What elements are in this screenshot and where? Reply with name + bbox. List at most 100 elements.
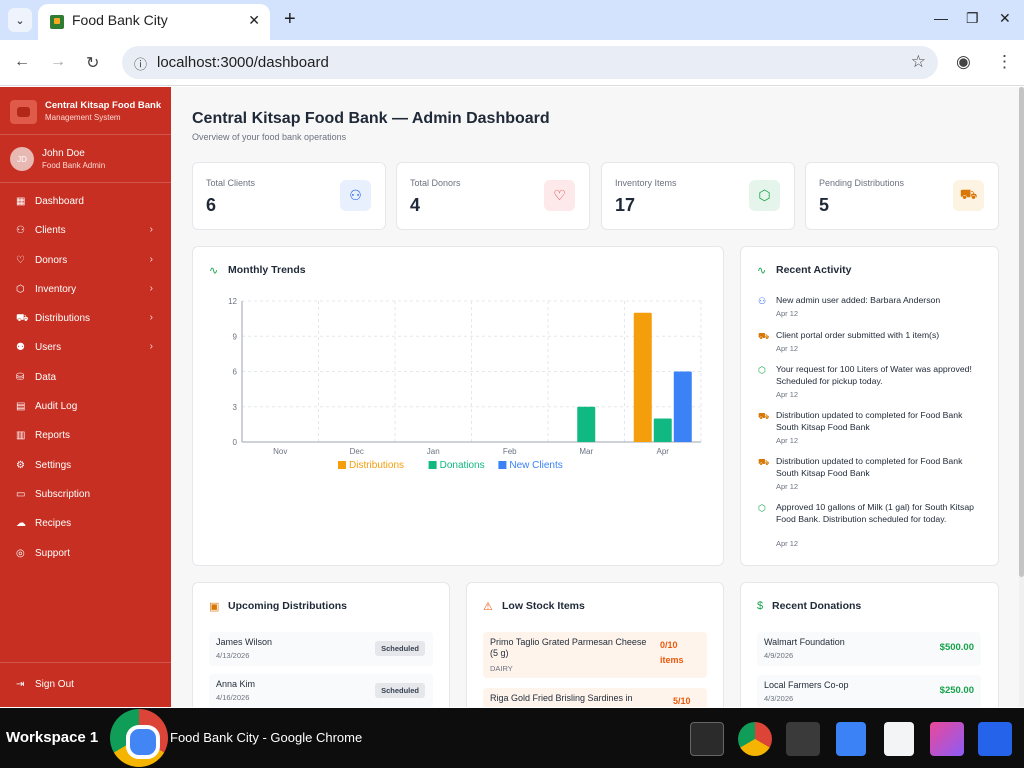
chevron-right-icon: › [149, 312, 153, 323]
sidebar-item-label: Subscription [35, 489, 91, 500]
back-icon[interactable]: ← [14, 53, 30, 71]
bar-distributions [633, 312, 652, 442]
file-manager-icon[interactable] [836, 722, 866, 756]
activity-date: Apr 12 [776, 436, 799, 445]
credit-card-icon: ▭ [16, 489, 26, 500]
card-title: Recent Donations [772, 600, 862, 612]
y-tick-label: 3 [233, 403, 238, 412]
brand-name: Central Kitsap Food Bank [45, 100, 162, 111]
more-menu-icon[interactable]: ⋮ [996, 52, 1013, 72]
sidebar-item-donors[interactable]: ♡ Donors › [0, 249, 171, 275]
activity-date: Apr 12 [776, 482, 799, 491]
tab-search-button[interactable]: ⌄ [8, 8, 32, 32]
close-window-icon[interactable]: ✕ [999, 10, 1011, 27]
url-text[interactable]: localhost:3000/dashboard [157, 54, 329, 71]
brand: Central Kitsap Food Bank Management Syst… [10, 98, 170, 126]
browser-tab[interactable]: Food Bank City ✕ [38, 4, 270, 40]
stat-card-donors[interactable]: Total Donors 4 ♡ [396, 162, 590, 230]
active-window-title[interactable]: Food Bank City - Google Chrome [170, 730, 362, 745]
sidebar-item-data[interactable]: ⛁ Data [0, 366, 171, 392]
x-tick-label: Mar [579, 447, 593, 456]
chevron-right-icon: › [149, 341, 153, 352]
log-out-icon: ⇥ [16, 679, 25, 690]
stat-label: Total Donors [410, 178, 461, 188]
reload-icon[interactable]: ↻ [86, 53, 99, 73]
activity-icon: ∿ [209, 265, 219, 277]
recent-activity-card: ∿ Recent Activity ⚇ New admin user added… [740, 246, 999, 566]
legend-swatch [428, 461, 437, 469]
card-title: Monthly Trends [228, 264, 306, 276]
user-cog-icon: ⚉ [16, 342, 25, 353]
users-icon: ⚇ [16, 225, 25, 236]
address-bar[interactable]: ⓘ localhost:3000/dashboard ☆ [122, 46, 938, 79]
sidebar-item-label: Data [35, 372, 57, 383]
page-scrollbar[interactable] [1019, 87, 1024, 707]
text-editor-icon[interactable] [786, 722, 820, 756]
users-icon: ⚇ [340, 180, 371, 211]
sidebar: Central Kitsap Food Bank Management Syst… [0, 87, 171, 707]
stat-label: Total Clients [206, 178, 256, 188]
heart-icon: ♡ [16, 255, 25, 266]
chrome-launcher-icon[interactable] [738, 722, 772, 756]
activity-text: Client portal order submitted with 1 ite… [776, 330, 940, 340]
sidebar-item-label: Settings [35, 460, 72, 471]
sidebar-item-inventory[interactable]: ⬡ Inventory › [0, 278, 171, 304]
avatar: JD [10, 147, 34, 171]
site-info-icon[interactable]: ⓘ [134, 54, 147, 73]
scrollbar-thumb[interactable] [1019, 87, 1024, 577]
activity-text: Distribution updated to completed for Fo… [776, 456, 963, 478]
distribution-row[interactable]: James Wilson 4/13/2026 Scheduled [209, 632, 433, 666]
sidebar-item-label: Users [35, 342, 62, 353]
sidebar-item-label: Distributions [35, 313, 91, 324]
truck-icon: ⛟ [758, 457, 770, 467]
calculator-icon[interactable] [978, 722, 1012, 756]
stat-value: 5 [819, 195, 830, 215]
x-tick-label: Dec [350, 447, 364, 456]
sidebar-item-recipes[interactable]: ☁ Recipes [0, 512, 171, 538]
image-editor-icon[interactable] [930, 722, 964, 756]
sidebar-item-support[interactable]: ◎ Support [0, 542, 171, 568]
box-icon: ⬡ [749, 180, 780, 211]
close-tab-icon[interactable]: ✕ [248, 12, 260, 29]
y-tick-label: 6 [233, 368, 238, 377]
profile-icon[interactable]: ◉ [956, 52, 971, 72]
terminal-icon[interactable] [690, 722, 724, 756]
new-tab-button[interactable]: + [284, 8, 296, 30]
stat-card-inventory[interactable]: Inventory Items 17 ⬡ [601, 162, 795, 230]
low-stock-row[interactable]: Riga Gold Fried Brisling Sardines in 5/1… [483, 688, 707, 707]
sign-out-button[interactable]: ⇥ Sign Out [0, 673, 171, 699]
sidebar-item-subscription[interactable]: ▭ Subscription [0, 483, 171, 509]
bar-new-clients [673, 371, 692, 442]
calendar-icon: ▣ [209, 601, 220, 613]
activity-icon: ∿ [757, 265, 767, 277]
y-tick-label: 12 [228, 297, 237, 306]
sidebar-item-distributions[interactable]: ⛟ Distributions › [0, 307, 171, 333]
stat-card-pending-distributions[interactable]: Pending Distributions 5 ⛟ [805, 162, 999, 230]
database-icon: ⛁ [16, 372, 25, 383]
bookmark-star-icon[interactable]: ☆ [911, 52, 926, 72]
sidebar-item-label: Donors [35, 255, 68, 266]
sidebar-item-users[interactable]: ⚉ Users › [0, 336, 171, 362]
divider [0, 182, 171, 183]
forward-icon[interactable]: → [50, 53, 66, 71]
low-stock-row[interactable]: Primo Taglio Grated Parmesan Cheese (5 g… [483, 632, 707, 678]
chrome-icon[interactable] [110, 709, 168, 767]
minimize-icon[interactable]: — [934, 10, 948, 26]
box-icon: ⬡ [758, 365, 766, 375]
divider [0, 662, 171, 663]
distribution-row[interactable]: Anna Kim 4/16/2026 Scheduled [209, 674, 433, 707]
stock-quantity: 0/10 [660, 640, 678, 650]
sidebar-item-dashboard[interactable]: ▦ Dashboard [0, 190, 171, 216]
restore-icon[interactable]: ❐ [966, 10, 979, 27]
warning-icon: ⚠ [483, 601, 493, 613]
stat-card-clients[interactable]: Total Clients 6 ⚇ [192, 162, 386, 230]
sidebar-item-settings[interactable]: ⚙ Settings [0, 454, 171, 480]
sidebar-item-reports[interactable]: ▥ Reports [0, 424, 171, 450]
workspace-label[interactable]: Workspace 1 [6, 729, 98, 746]
document-viewer-icon[interactable] [884, 722, 914, 756]
donation-row[interactable]: Local Farmers Co-op 4/3/2026 $250.00 [757, 675, 981, 707]
card-title: Upcoming Distributions [228, 600, 347, 612]
donation-row[interactable]: Walmart Foundation 4/9/2026 $500.00 [757, 632, 981, 666]
sidebar-item-audit-log[interactable]: ▤ Audit Log [0, 395, 171, 421]
sidebar-item-clients[interactable]: ⚇ Clients › [0, 219, 171, 245]
